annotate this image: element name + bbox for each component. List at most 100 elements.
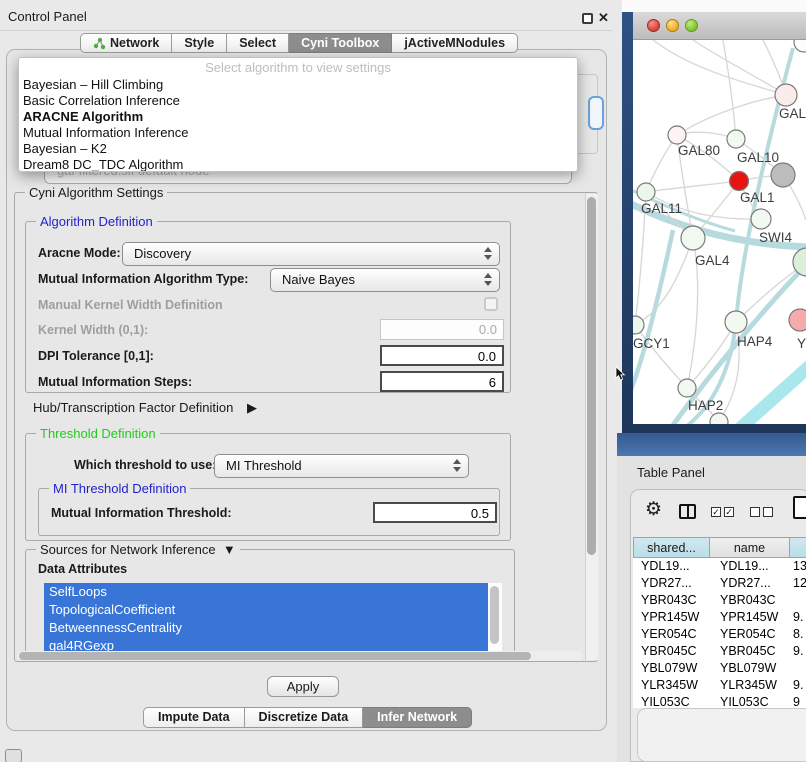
focused-combo-fragment[interactable] bbox=[588, 96, 604, 130]
scrollbar-thumb[interactable] bbox=[587, 197, 596, 555]
attribute-item-selected[interactable]: BetweennessCentrality bbox=[44, 619, 488, 637]
column-header-partial[interactable]: A bbox=[790, 537, 806, 558]
node-label: GAL1 bbox=[740, 190, 775, 205]
algorithm-definition-title: Algorithm Definition bbox=[36, 214, 157, 229]
mi-threshold-label: Mutual Information Threshold: bbox=[51, 506, 232, 520]
expand-right-icon: ▶ bbox=[247, 400, 257, 416]
node[interactable] bbox=[794, 40, 806, 52]
bottom-tabbar: Impute Data Discretize Data Infer Networ… bbox=[143, 707, 472, 728]
node-gal-partial[interactable] bbox=[775, 84, 797, 106]
table-row[interactable]: YER054CYER054C8. bbox=[633, 626, 806, 643]
mi-threshold-frame-title: MI Threshold Definition bbox=[49, 481, 190, 496]
mi-steps-field[interactable]: 6 bbox=[380, 371, 504, 392]
node-y-partial[interactable] bbox=[789, 309, 806, 331]
algorithm-option[interactable]: Basic Correlation Inference bbox=[19, 93, 577, 109]
algorithm-option-selected[interactable]: ARACNE Algorithm bbox=[19, 109, 577, 125]
scrollbar-thumb[interactable] bbox=[19, 652, 531, 660]
node-label: GAL11 bbox=[641, 201, 682, 216]
algorithm-popup-placeholder: Select algorithm to view settings bbox=[19, 58, 577, 77]
algorithm-option[interactable]: Bayesian – Hill Climbing bbox=[19, 77, 577, 93]
sources-frame-title: Sources for Network Inference ▼ bbox=[36, 542, 240, 557]
tab-infer-network[interactable]: Infer Network bbox=[363, 707, 472, 728]
tab-style[interactable]: Style bbox=[172, 33, 227, 53]
which-threshold-label: Which threshold to use: bbox=[74, 458, 216, 472]
algorithm-option[interactable]: Dream8 DC_TDC Algorithm bbox=[19, 157, 577, 172]
checked-checkbox-icon[interactable]: ✓ bbox=[724, 507, 734, 517]
spinner-arrows-icon bbox=[484, 273, 492, 286]
node-label: GAL10 bbox=[737, 150, 779, 165]
spinner-arrows-icon bbox=[453, 459, 461, 472]
node-label: Y bbox=[797, 336, 806, 351]
table-row[interactable]: YBR045CYBR045C9. bbox=[633, 643, 806, 660]
cyni-algorithm-settings-frame: Cyni Algorithm Settings Algorithm Defini… bbox=[14, 192, 598, 662]
docked-palette-icon[interactable] bbox=[5, 749, 22, 762]
minimize-traffic-light-icon[interactable] bbox=[666, 19, 679, 32]
algorithm-option[interactable]: Mutual Information Inference bbox=[19, 125, 577, 141]
sources-frame: Sources for Network Inference ▼ Data Att… bbox=[25, 549, 515, 659]
aracne-mode-combo[interactable]: Discovery bbox=[122, 242, 500, 266]
tab-cyni-toolbox[interactable]: Cyni Toolbox bbox=[289, 33, 392, 53]
node-gcy1[interactable] bbox=[633, 316, 644, 334]
node-gray[interactable] bbox=[771, 163, 795, 187]
close-traffic-light-icon[interactable] bbox=[647, 19, 660, 32]
node-gal11[interactable] bbox=[637, 183, 655, 201]
tab-select[interactable]: Select bbox=[227, 33, 289, 53]
table-sub-panel bbox=[637, 708, 806, 762]
gear-icon[interactable]: ⚙ bbox=[645, 500, 662, 519]
checked-checkbox-icon[interactable]: ✓ bbox=[711, 507, 721, 517]
edge bbox=[635, 238, 693, 325]
settings-vertical-scrollbar[interactable] bbox=[585, 194, 598, 660]
table-row[interactable]: YBR043CYBR043C bbox=[633, 592, 806, 609]
dpi-tolerance-field[interactable]: 0.0 bbox=[380, 345, 504, 366]
mi-threshold-field[interactable]: 0.5 bbox=[373, 502, 497, 523]
node-swi4[interactable] bbox=[751, 209, 771, 229]
float-window-icon[interactable] bbox=[582, 13, 593, 24]
tab-impute-data[interactable]: Impute Data bbox=[143, 707, 245, 728]
network-icon bbox=[93, 37, 106, 50]
tab-jactivemnodules[interactable]: jActiveMNodules bbox=[392, 33, 518, 53]
table-row[interactable]: YLR345WYLR345W9. bbox=[633, 677, 806, 694]
node-gal10[interactable] bbox=[727, 130, 745, 148]
table-row[interactable]: YBL079WYBL079W bbox=[633, 660, 806, 677]
control-panel-title: Control Panel bbox=[8, 9, 87, 24]
collapse-down-icon[interactable]: ▼ bbox=[219, 542, 235, 557]
unchecked-checkbox-icon[interactable] bbox=[750, 507, 760, 517]
node-hap2[interactable] bbox=[678, 379, 696, 397]
hub-definition-expander[interactable]: Hub/Transcription Factor Definition ▶ bbox=[33, 400, 257, 416]
network-graph: GAL GAL80 GAL10 GAL1 GAL11 SWI4 GAL4 GCY… bbox=[633, 40, 806, 424]
document-icon[interactable] bbox=[793, 496, 806, 519]
apply-button[interactable]: Apply bbox=[267, 676, 339, 697]
node[interactable] bbox=[793, 248, 806, 276]
settings-frame-title: Cyni Algorithm Settings bbox=[25, 185, 167, 200]
data-attributes-label: Data Attributes bbox=[38, 562, 127, 576]
network-canvas[interactable]: GAL GAL80 GAL10 GAL1 GAL11 SWI4 GAL4 GCY… bbox=[633, 40, 806, 424]
data-attributes-list: SelfLoops TopologicalCoefficient Between… bbox=[44, 583, 502, 654]
node-label: HAP2 bbox=[688, 398, 723, 413]
zoom-traffic-light-icon[interactable] bbox=[685, 19, 698, 32]
settings-horizontal-scrollbar[interactable] bbox=[17, 651, 583, 661]
attribute-item-selected[interactable]: SelfLoops bbox=[44, 583, 488, 601]
which-threshold-combo[interactable]: MI Threshold bbox=[214, 454, 469, 478]
column-header-shared-name[interactable]: shared... bbox=[633, 537, 710, 558]
table-row[interactable]: YDL19...YDL19...13 bbox=[633, 558, 806, 575]
close-icon[interactable]: ✕ bbox=[598, 10, 609, 26]
table-row[interactable]: YDR27...YDR27...12 bbox=[633, 575, 806, 592]
network-window-titlebar[interactable] bbox=[633, 12, 806, 40]
table-row[interactable]: YPR145WYPR145W9. bbox=[633, 609, 806, 626]
algorithm-option[interactable]: Bayesian – K2 bbox=[19, 141, 577, 157]
node-gal80[interactable] bbox=[668, 126, 686, 144]
algorithm-dropdown-popup: Select algorithm to view settings Bayesi… bbox=[18, 57, 578, 172]
tab-network[interactable]: Network bbox=[80, 33, 172, 53]
tab-discretize-data[interactable]: Discretize Data bbox=[245, 707, 364, 728]
node-gal1-red[interactable] bbox=[730, 172, 749, 191]
edge bbox=[723, 40, 736, 139]
mi-type-combo[interactable]: Naive Bayes bbox=[270, 268, 500, 292]
attribute-list-scrollbar[interactable] bbox=[488, 583, 502, 654]
column-header-name[interactable]: name bbox=[710, 537, 790, 558]
split-columns-icon[interactable] bbox=[679, 504, 696, 519]
attribute-item-selected[interactable]: TopologicalCoefficient bbox=[44, 601, 488, 619]
unchecked-checkbox-icon[interactable] bbox=[763, 507, 773, 517]
node-gal4[interactable] bbox=[681, 226, 705, 250]
table-row[interactable]: YIL053CYIL053C9 bbox=[633, 694, 806, 708]
node-hap4[interactable] bbox=[725, 311, 747, 333]
